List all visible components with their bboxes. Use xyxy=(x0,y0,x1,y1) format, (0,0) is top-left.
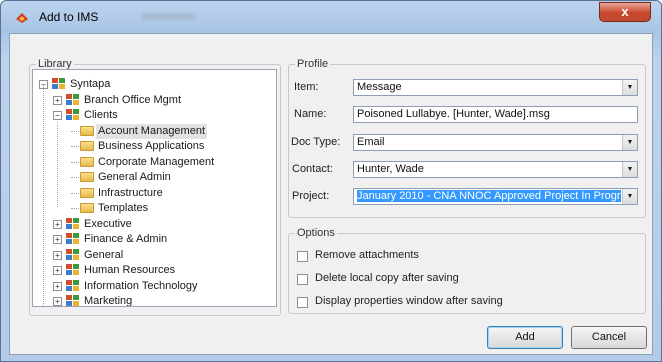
add-to-ims-window: Add to IMS x Library − Syntapa + Branch Off… xyxy=(0,0,662,362)
tree-item-label: Finance & Admin xyxy=(84,233,168,245)
folder-icon xyxy=(80,125,94,136)
remove-attachments-checkbox[interactable] xyxy=(297,251,308,262)
folder-icon xyxy=(80,203,94,213)
tree-item[interactable]: + General xyxy=(33,248,276,263)
group-icon xyxy=(66,233,79,244)
folder-icon xyxy=(80,156,94,167)
expand-icon[interactable]: + xyxy=(53,250,62,260)
project-select[interactable]: January 2010 - CNA NNOC Approved Project… xyxy=(353,188,638,205)
name-label: Name: xyxy=(294,108,327,120)
item-dropdown-icon[interactable]: ▼ xyxy=(622,80,637,95)
library-tree[interactable]: − Syntapa + Branch Office Mgmt − Clients Accou… xyxy=(32,69,277,307)
tree-item-label: Information Technology xyxy=(84,279,198,292)
tree-item-label: Syntapa xyxy=(70,78,111,90)
contact-dropdown-icon[interactable]: ▼ xyxy=(622,162,637,177)
group-icon xyxy=(66,264,79,275)
expand-icon[interactable]: + xyxy=(53,281,62,291)
tree-item-label: General Admin xyxy=(98,171,171,183)
doctype-select[interactable]: Email ▼ xyxy=(353,134,638,151)
remove-attachments-label[interactable]: Remove attachments xyxy=(315,249,419,261)
profile-legend: Profile xyxy=(297,58,329,70)
tree-item[interactable]: Account Management xyxy=(33,123,276,139)
contact-label: Contact: xyxy=(292,163,333,175)
item-value: Message xyxy=(357,81,402,93)
delete-local-copy-checkbox[interactable] xyxy=(297,274,308,285)
tree-item[interactable]: + Information Technology xyxy=(33,279,276,294)
tree-item-label: Templates xyxy=(98,202,149,214)
tree-item[interactable]: + Finance & Admin xyxy=(33,232,276,247)
contact-value: Hunter, Wade xyxy=(357,163,424,175)
tree-item[interactable]: Templates xyxy=(33,201,276,216)
doctype-value: Email xyxy=(357,136,385,148)
tree-item-label: Marketing xyxy=(84,295,133,307)
tree-item[interactable]: Business Applications xyxy=(33,139,276,154)
item-select[interactable]: Message ▼ xyxy=(353,79,638,96)
item-label: Item: xyxy=(294,81,319,93)
tree-item-label: Infrastructure xyxy=(98,186,163,199)
title-redacted-text xyxy=(141,13,196,20)
display-properties-checkbox[interactable] xyxy=(297,297,308,308)
tree-item-label: General xyxy=(84,248,124,261)
group-icon xyxy=(52,78,65,89)
tree-item-label: Corporate Management xyxy=(98,155,215,168)
tree-item-label: Business Applications xyxy=(98,140,205,152)
tree-item-label: Clients xyxy=(84,109,118,121)
display-properties-label[interactable]: Display properties window after saving xyxy=(315,295,503,307)
options-legend: Options xyxy=(297,227,335,239)
add-button[interactable]: Add xyxy=(487,326,563,349)
name-value: Poisoned Lullabye. [Hunter, Wade].msg xyxy=(357,108,550,120)
contact-select[interactable]: Hunter, Wade ▼ xyxy=(353,161,638,178)
tree-item[interactable]: − Clients xyxy=(33,108,276,123)
expand-icon[interactable]: + xyxy=(53,219,62,229)
expand-icon[interactable]: + xyxy=(53,297,62,306)
group-icon xyxy=(66,109,79,120)
group-icon xyxy=(66,93,79,105)
tree-item[interactable]: + Executive xyxy=(33,217,276,232)
tree-item[interactable]: Corporate Management xyxy=(33,155,276,170)
collapse-icon[interactable]: − xyxy=(53,111,62,120)
group-icon xyxy=(66,295,79,306)
folder-icon xyxy=(80,187,94,198)
tree-item-label: Human Resources xyxy=(84,264,176,276)
group-icon xyxy=(66,279,79,291)
tree-item-label: Branch Office Mgmt xyxy=(84,93,181,106)
group-icon xyxy=(66,217,79,229)
doctype-label: Doc Type: xyxy=(291,136,341,148)
project-value: January 2010 - CNA NNOC Approved Project… xyxy=(357,190,621,202)
tree-item[interactable]: + Branch Office Mgmt xyxy=(33,93,276,108)
tree-item[interactable]: − Syntapa xyxy=(33,77,276,92)
project-label: Project: xyxy=(292,190,330,202)
close-button[interactable]: x xyxy=(599,2,651,22)
title-bar[interactable]: Add to IMS x xyxy=(1,1,661,33)
window-title: Add to IMS xyxy=(39,10,99,24)
doctype-dropdown-icon[interactable]: ▼ xyxy=(622,135,637,150)
tree-item[interactable]: + Human Resources xyxy=(33,263,276,278)
project-dropdown-icon[interactable]: ▼ xyxy=(622,189,637,204)
expand-icon[interactable]: + xyxy=(53,266,62,275)
tree-item-label: Account Management xyxy=(96,123,208,139)
tree-item[interactable]: Infrastructure xyxy=(33,186,276,201)
tree-item[interactable]: General Admin xyxy=(33,170,276,185)
name-input[interactable]: Poisoned Lullabye. [Hunter, Wade].msg xyxy=(353,106,638,123)
expand-icon[interactable]: + xyxy=(53,95,62,105)
delete-local-copy-label[interactable]: Delete local copy after saving xyxy=(315,272,459,284)
tree-item[interactable]: + Marketing xyxy=(33,294,276,307)
expand-icon[interactable]: + xyxy=(53,235,62,244)
folder-icon xyxy=(80,172,94,182)
tree-item-label: Executive xyxy=(84,217,132,230)
ims-app-icon xyxy=(16,13,28,23)
folder-icon xyxy=(80,141,94,151)
cancel-button[interactable]: Cancel xyxy=(571,326,647,349)
group-icon xyxy=(66,248,79,260)
